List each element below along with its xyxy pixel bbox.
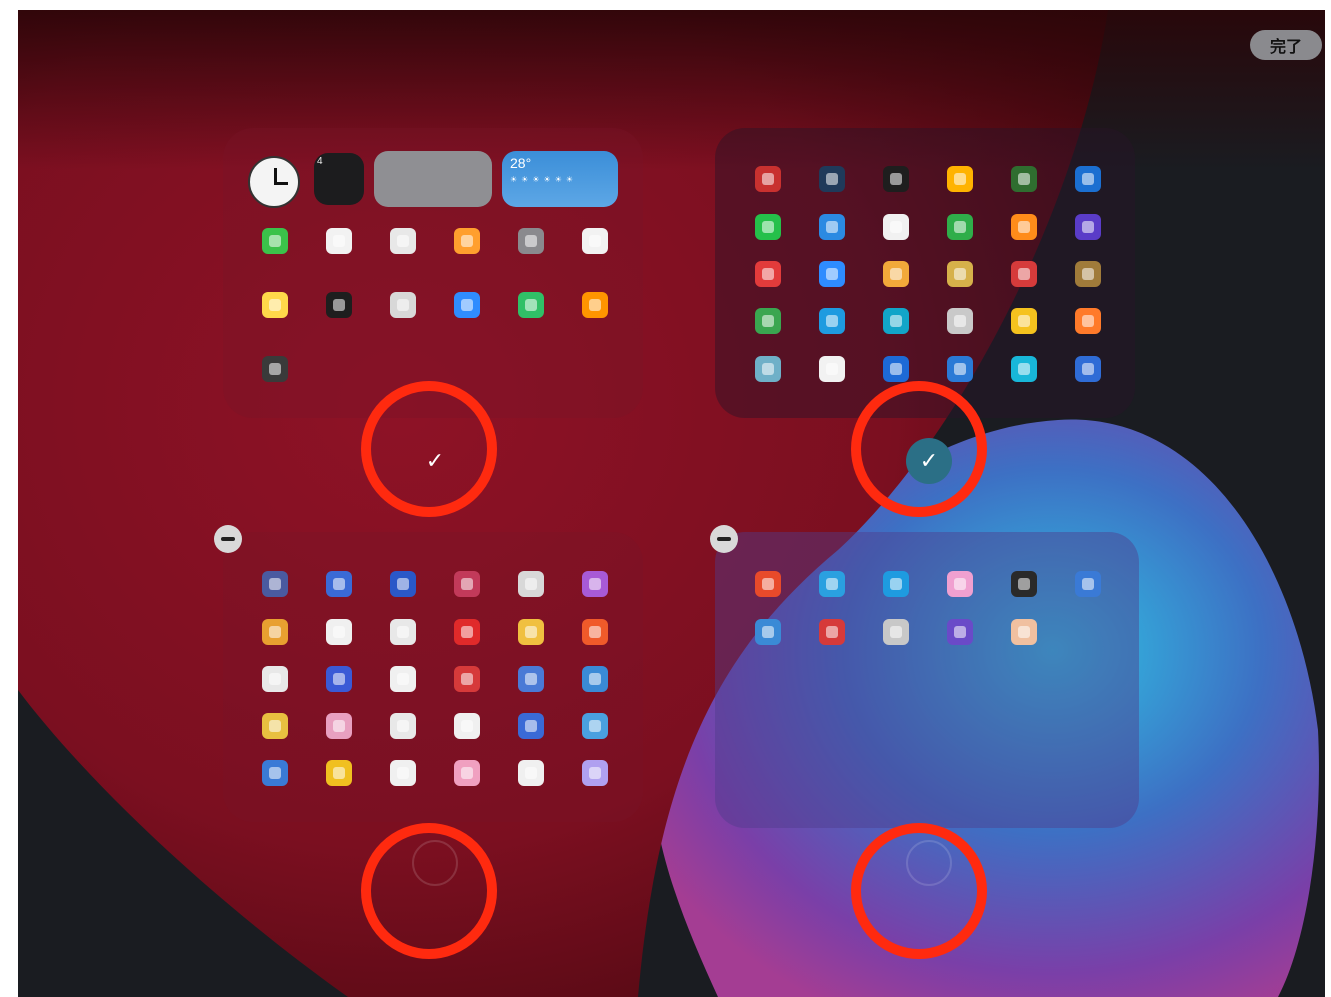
page-1-app-icon xyxy=(262,356,288,382)
page-2-app-icon xyxy=(947,214,973,240)
page-2-app-icon xyxy=(819,261,845,287)
page-1-app-icon xyxy=(518,292,544,318)
page-1-app-icon xyxy=(262,228,288,254)
page-3-app-icon xyxy=(326,760,352,786)
page-2-app-icon xyxy=(1011,308,1037,334)
page-4-app-icon xyxy=(755,571,781,597)
page-1-app-icon xyxy=(582,292,608,318)
page-2-app-icon xyxy=(883,166,909,192)
page-1-app-icon xyxy=(454,228,480,254)
page-4-remove-button[interactable] xyxy=(710,525,738,553)
calendar-day: 4 xyxy=(317,156,323,167)
page-3-app-icon xyxy=(262,571,288,597)
page-4-app-icon xyxy=(1011,619,1037,645)
page-2-app-icon xyxy=(819,166,845,192)
page-3-app-icon xyxy=(582,619,608,645)
page-4-app-icon xyxy=(947,571,973,597)
page-4-app-icon xyxy=(947,619,973,645)
page-3-app-icon xyxy=(326,713,352,739)
page-2-app-icon xyxy=(819,214,845,240)
page-2-app-icon xyxy=(819,356,845,382)
page-2-app-icon xyxy=(819,308,845,334)
page-2-app-icon xyxy=(1011,356,1037,382)
page-2-app-icon xyxy=(755,261,781,287)
page-4-app-icon xyxy=(1075,571,1101,597)
page-3-app-icon xyxy=(390,619,416,645)
page-4-app-icon xyxy=(755,619,781,645)
calendar-widget: 4 xyxy=(314,153,364,205)
weather-forecast-row: ☀☀☀☀☀☀ xyxy=(510,175,578,184)
page-4-app-icon xyxy=(883,571,909,597)
page-3-remove-button[interactable] xyxy=(214,525,242,553)
page-3-app-icon xyxy=(582,713,608,739)
page-2-app-icon xyxy=(1011,261,1037,287)
clock-widget xyxy=(248,156,300,208)
page-3-app-icon xyxy=(390,666,416,692)
page-2-app-icon xyxy=(1075,356,1101,382)
page-4-app-icon xyxy=(819,619,845,645)
page-2-app-icon xyxy=(883,356,909,382)
done-button[interactable]: 完了 xyxy=(1250,30,1322,60)
page-3-app-icon xyxy=(518,666,544,692)
page-3-app-icon xyxy=(454,760,480,786)
page-3-app-icon xyxy=(518,619,544,645)
page-2-app-icon xyxy=(1075,261,1101,287)
page-4-checkmark[interactable] xyxy=(906,840,952,886)
page-2-app-icon xyxy=(1075,214,1101,240)
page-3-app-icon xyxy=(390,760,416,786)
page-2-app-icon xyxy=(947,166,973,192)
page-4-app-icon xyxy=(1011,571,1037,597)
home-screen-edit-view: 完了 4 28° ☀☀☀☀☀☀ ✓ ✓ xyxy=(18,10,1325,997)
page-3-app-icon xyxy=(326,666,352,692)
page-2-app-icon xyxy=(883,261,909,287)
page-1-app-icon xyxy=(262,292,288,318)
page-3-app-icon xyxy=(454,571,480,597)
page-3-app-icon xyxy=(262,760,288,786)
page-2-app-icon xyxy=(883,308,909,334)
page-3-app-icon xyxy=(454,666,480,692)
page-3-app-icon xyxy=(454,713,480,739)
page-3-app-icon xyxy=(518,713,544,739)
page-1-app-icon xyxy=(326,228,352,254)
page-2-app-icon xyxy=(1075,308,1101,334)
page-3-app-icon xyxy=(326,571,352,597)
page-1-app-icon xyxy=(326,292,352,318)
page-4-app-icon xyxy=(883,619,909,645)
page-3-app-icon xyxy=(262,713,288,739)
page-2-app-icon xyxy=(1011,214,1037,240)
page-2-app-icon xyxy=(755,166,781,192)
page-2-app-icon xyxy=(755,308,781,334)
page-2-app-icon xyxy=(883,214,909,240)
page-1-app-icon xyxy=(454,292,480,318)
page-4-app-icon xyxy=(819,571,845,597)
notes-widget xyxy=(374,151,492,207)
weather-widget: 28° ☀☀☀☀☀☀ xyxy=(502,151,618,207)
page-3-app-icon xyxy=(518,571,544,597)
page-3-app-icon xyxy=(454,619,480,645)
page-3-app-icon xyxy=(390,571,416,597)
page-3-app-icon xyxy=(582,760,608,786)
page-3-app-icon xyxy=(390,713,416,739)
weather-temp: 28° xyxy=(510,155,532,171)
page-1-checkmark[interactable]: ✓ xyxy=(412,438,458,484)
page-3-app-icon xyxy=(262,619,288,645)
page-2-app-icon xyxy=(755,356,781,382)
page-2-app-icon xyxy=(947,356,973,382)
page-3-app-icon xyxy=(518,760,544,786)
page-1-app-icon xyxy=(582,228,608,254)
page-2-app-icon xyxy=(1011,166,1037,192)
page-3-checkmark[interactable] xyxy=(412,840,458,886)
page-2-app-icon xyxy=(755,214,781,240)
page-1-app-icon xyxy=(390,292,416,318)
page-3-app-icon xyxy=(582,571,608,597)
page-1-app-icon xyxy=(518,228,544,254)
page-3-app-icon xyxy=(262,666,288,692)
page-3-app-icon xyxy=(582,666,608,692)
page-2-app-icon xyxy=(947,308,973,334)
page-2-app-icon xyxy=(947,261,973,287)
page-2-app-icon xyxy=(1075,166,1101,192)
page-3-app-icon xyxy=(326,619,352,645)
page-2-checkmark[interactable]: ✓ xyxy=(906,438,952,484)
page-1-app-icon xyxy=(390,228,416,254)
